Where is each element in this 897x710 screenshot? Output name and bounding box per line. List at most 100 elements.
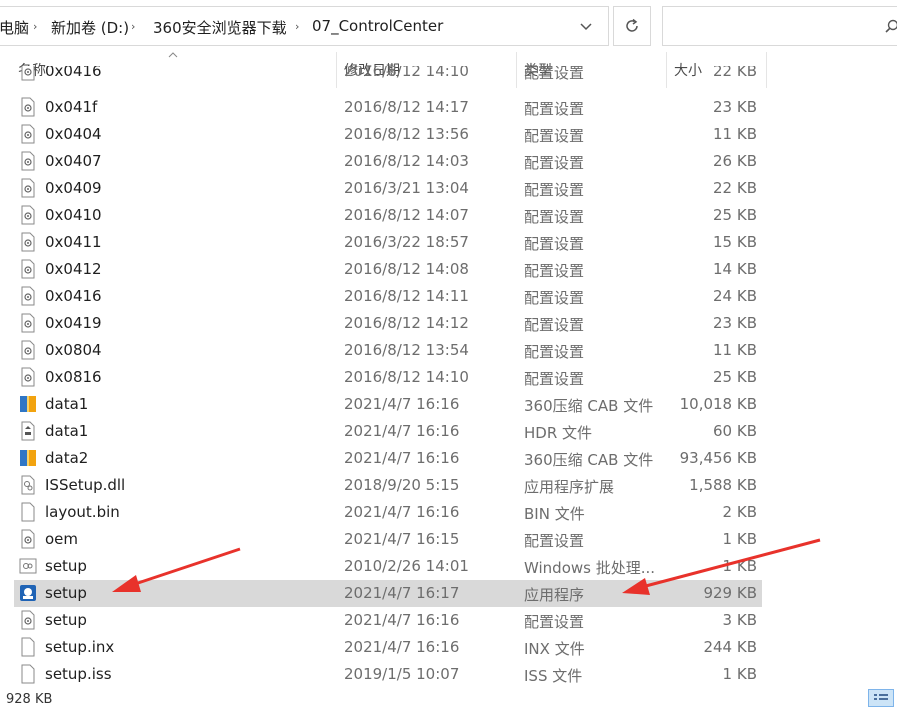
list-item[interactable]: data12021/4/7 16:16360压缩 CAB 文件10,018 KB xyxy=(14,391,762,418)
file-name: 0x0419 xyxy=(45,314,102,332)
list-item[interactable]: 0x04072016/8/12 14:03配置设置26 KB xyxy=(14,148,762,175)
file-name: data1 xyxy=(45,395,88,413)
config-file-icon xyxy=(19,286,37,306)
file-type: 配置设置 xyxy=(524,233,584,254)
breadcrumb-drive-d[interactable]: 新加卷 (D:) xyxy=(51,17,129,38)
file-date: 2016/8/12 14:17 xyxy=(344,98,469,116)
file-date: 2016/8/12 13:56 xyxy=(344,125,469,143)
selection-size-text: 928 KB xyxy=(6,692,52,707)
file-date: 2016/8/12 13:54 xyxy=(344,341,469,359)
file-size: 26 KB xyxy=(713,152,757,170)
file-size: 1 KB xyxy=(723,665,757,683)
chevron-down-icon xyxy=(580,23,592,31)
address-history-dropdown[interactable] xyxy=(571,13,603,41)
file-name: setup xyxy=(45,557,87,575)
file-size: 929 KB xyxy=(703,584,757,602)
status-bar: 928 KB xyxy=(0,688,897,707)
list-item[interactable]: setup2010/2/26 14:01Windows 批处理...1 KB xyxy=(14,553,762,580)
list-item[interactable]: setup2021/4/7 16:17应用程序929 KB xyxy=(14,580,762,607)
file-type: 360压缩 CAB 文件 xyxy=(524,449,653,470)
list-item[interactable]: setup.iss 2019/1/5 10:07 ISS 文件 1 KB xyxy=(14,661,762,688)
list-item[interactable]: 0x04042016/8/12 13:56配置设置11 KB xyxy=(14,121,762,148)
file-size: 60 KB xyxy=(713,422,757,440)
file-size: 11 KB xyxy=(713,341,757,359)
details-view-button[interactable] xyxy=(868,689,894,707)
file-size: 1 KB xyxy=(723,530,757,548)
file-type: ISS 文件 xyxy=(524,665,582,686)
file-size: 93,456 KB xyxy=(680,449,757,467)
batch-file-icon xyxy=(19,556,37,576)
breadcrumb-separator-icon[interactable]: › xyxy=(131,20,135,33)
breadcrumb-computer[interactable]: 电脑 xyxy=(0,17,29,38)
blank-file-icon xyxy=(19,502,37,522)
file-type: 配置设置 xyxy=(524,341,584,362)
config-file-icon xyxy=(19,610,37,630)
file-size: 11 KB xyxy=(713,125,757,143)
file-type: HDR 文件 xyxy=(524,422,592,443)
file-date: 2021/4/7 16:16 xyxy=(344,422,459,440)
file-size: 1 KB xyxy=(723,557,757,575)
search-box[interactable] xyxy=(662,6,897,46)
list-item[interactable]: 0x04102016/8/12 14:07配置设置25 KB xyxy=(14,202,762,229)
list-item[interactable]: 0x04162016/8/12 14:11配置设置24 KB xyxy=(14,283,762,310)
file-date: 2016/8/12 14:11 xyxy=(344,287,469,305)
sort-ascending-icon xyxy=(168,52,178,58)
file-type: 配置设置 xyxy=(524,368,584,389)
list-item[interactable]: setup.inx2021/4/7 16:16INX 文件244 KB xyxy=(14,634,762,661)
refresh-icon xyxy=(624,18,640,34)
file-date: 2016/3/21 13:04 xyxy=(344,179,469,197)
file-date: 2021/4/7 16:16 xyxy=(344,611,459,629)
file-size: 14 KB xyxy=(713,260,757,278)
file-date: 2016/8/12 14:03 xyxy=(344,152,469,170)
file-type: 应用程序 xyxy=(524,584,584,605)
file-size: 2 KB xyxy=(723,503,757,521)
config-file-icon xyxy=(19,124,37,144)
address-bar[interactable]: 电脑 › 新加卷 (D:) › 360安全浏览器下载 › 07_ControlC… xyxy=(0,6,609,46)
list-item[interactable]: layout.bin2021/4/7 16:16BIN 文件2 KB xyxy=(14,499,762,526)
file-name: setup.iss xyxy=(45,665,112,683)
list-item-partial[interactable]: 0x0416 2016/8/12 14:10 配置设置 22 KB xyxy=(14,66,762,85)
config-file-icon xyxy=(19,340,37,360)
file-name: 0x0407 xyxy=(45,152,102,170)
file-date: 2016/8/12 14:08 xyxy=(344,260,469,278)
list-item[interactable]: data12021/4/7 16:16HDR 文件60 KB xyxy=(14,418,762,445)
file-name: 0x0410 xyxy=(45,206,102,224)
file-name: 0x041f xyxy=(45,98,97,116)
file-type: 配置设置 xyxy=(524,206,584,227)
breadcrumb-download-folder[interactable]: 360安全浏览器下载 xyxy=(153,17,287,38)
file-name: 0x0404 xyxy=(45,125,102,143)
file-date: 2019/1/5 10:07 xyxy=(344,665,459,683)
breadcrumb-separator-icon[interactable]: › xyxy=(33,20,37,33)
refresh-button[interactable] xyxy=(613,6,651,46)
file-name: 0x0416 xyxy=(45,66,102,80)
file-name: data2 xyxy=(45,449,88,467)
file-type: 配置设置 xyxy=(524,66,584,83)
breadcrumb-current-folder[interactable]: 07_ControlCenter xyxy=(312,17,443,35)
file-type: 360压缩 CAB 文件 xyxy=(524,395,653,416)
config-file-icon xyxy=(19,151,37,171)
list-item[interactable]: oem2021/4/7 16:15配置设置1 KB xyxy=(14,526,762,553)
config-file-icon xyxy=(19,66,37,81)
list-item[interactable]: data22021/4/7 16:16360压缩 CAB 文件93,456 KB xyxy=(14,445,762,472)
file-name: setup xyxy=(45,584,87,602)
list-item[interactable]: 0x04192016/8/12 14:12配置设置23 KB xyxy=(14,310,762,337)
breadcrumb-separator-icon[interactable]: › xyxy=(295,20,299,33)
file-name: 0x0804 xyxy=(45,341,102,359)
list-item[interactable]: 0x041f2016/8/12 14:17配置设置23 KB xyxy=(14,94,762,121)
file-name: 0x0412 xyxy=(45,260,102,278)
file-size: 22 KB xyxy=(713,66,757,80)
config-file-icon xyxy=(19,367,37,387)
file-type: BIN 文件 xyxy=(524,503,585,524)
list-item[interactable]: 0x08162016/8/12 14:10配置设置25 KB xyxy=(14,364,762,391)
list-item[interactable]: 0x0804 2016/8/12 13:54 配置设置 11 KB xyxy=(14,337,762,364)
config-file-icon xyxy=(19,259,37,279)
list-item[interactable]: 0x04112016/3/22 18:57配置设置15 KB xyxy=(14,229,762,256)
list-item[interactable]: 0x04092016/3/21 13:04配置设置22 KB xyxy=(14,175,762,202)
file-date: 2016/8/12 14:07 xyxy=(344,206,469,224)
list-item[interactable]: 0x04122016/8/12 14:08配置设置14 KB xyxy=(14,256,762,283)
list-item[interactable]: ISSetup.dll2018/9/20 5:15应用程序扩展1,588 KB xyxy=(14,472,762,499)
list-item[interactable]: setup2021/4/7 16:16配置设置3 KB xyxy=(14,607,762,634)
file-date: 2021/4/7 16:16 xyxy=(344,638,459,656)
file-size: 24 KB xyxy=(713,287,757,305)
file-type: Windows 批处理... xyxy=(524,557,655,578)
